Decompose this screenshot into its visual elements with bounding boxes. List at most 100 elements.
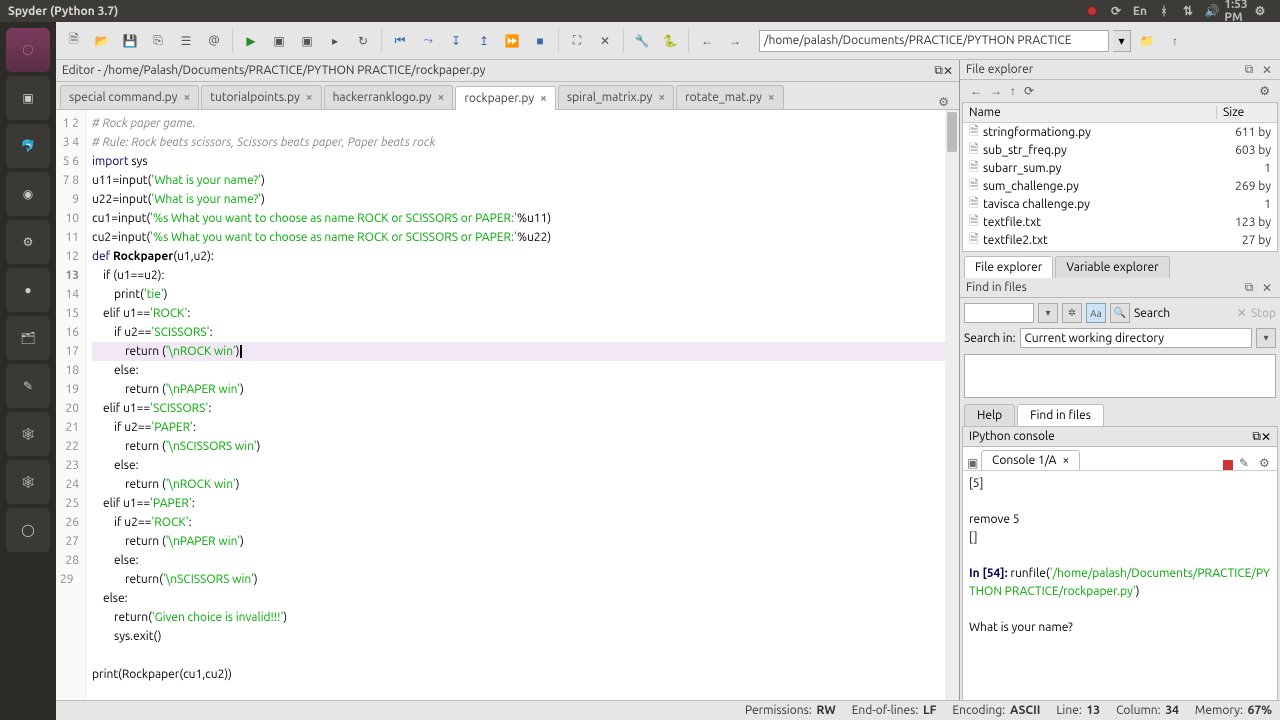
close-icon[interactable]: × [438,91,445,104]
nav-up-icon[interactable]: ↑ [1010,84,1016,98]
file-row[interactable]: 🗎sum_challenge.py269 by [963,177,1277,195]
vertical-scrollbar[interactable] [945,110,959,720]
at-icon[interactable]: @ [202,29,226,53]
run-cell-icon[interactable]: ▣ [267,29,291,53]
tab-special-command[interactable]: special command.py× [60,85,199,109]
tab-help[interactable]: Help [964,404,1015,426]
nav-back-icon[interactable]: ← [970,84,982,98]
run-icon[interactable]: ▶ [239,29,263,53]
pane-undock-icon[interactable]: ⧉ [934,64,943,78]
pane-undock-icon[interactable]: ⧉ [1242,63,1256,77]
run-cell-advance-icon[interactable]: ▣ [295,29,319,53]
file-list[interactable]: Name Size 🗎stringformationg.py611 by 🗎su… [962,102,1278,252]
file-row[interactable]: 🗎sub_str_freq.py603 by [963,141,1277,159]
file-row[interactable]: 🗎tavisca challenge.py1 [963,195,1277,213]
save-all-icon[interactable]: ⎘ [146,29,170,53]
debug-continue-icon[interactable]: ⏩ [500,29,524,53]
forward-icon[interactable]: → [723,29,747,53]
tab-rotate-mat[interactable]: rotate_mat.py× [676,85,784,109]
app-icon[interactable]: ◯ [6,508,50,552]
dropbox-sync-icon[interactable]: ⟳ [1107,4,1125,18]
console-new-tab-icon[interactable]: ▣ [967,456,981,470]
console-clear-icon[interactable]: ✎ [1239,456,1253,470]
settings-gear-icon[interactable]: ⚙ [1251,4,1269,18]
terminal-icon[interactable]: ▣ [6,76,50,120]
file-row[interactable]: 🗎textfile.txt123 by [963,213,1277,231]
console-output[interactable]: [5] remove 5 [] In [54]: runfile('/home/… [963,471,1277,717]
tab-hackerranklogo[interactable]: hackerranklogo.py× [324,85,454,109]
file-row[interactable]: 🗎stringformationg.py611 by [963,123,1277,141]
browse-dir-icon[interactable]: 📁 [1135,29,1159,53]
console-tab[interactable]: Console 1/A× [981,450,1080,470]
tab-tutorialpoints[interactable]: tutorialpoints.py× [201,85,321,109]
search-dropdown-icon[interactable]: ▾ [1038,303,1058,323]
code-editor[interactable]: 1 2 3 4 5 6 7 8 9 10 11 12 13 14 15 16 1… [56,110,959,720]
system-settings-icon[interactable]: ⚙ [6,220,50,264]
run-selection-icon[interactable]: ▸ [323,29,347,53]
tabs-options-icon[interactable]: ⚙ [932,95,955,109]
maximize-icon[interactable]: ⛶ [565,29,589,53]
preferences-icon[interactable]: 🔧 [630,29,654,53]
debug-stop-icon[interactable]: ■ [528,29,552,53]
spyder-icon-2[interactable]: 🕸 [6,460,50,504]
pane-close-icon[interactable]: ✕ [1260,63,1274,77]
bluetooth-icon[interactable]: ᚼ [1155,4,1173,18]
fullscreen-icon[interactable]: ✕ [593,29,617,53]
regex-icon[interactable]: ✲ [1062,303,1082,323]
camera-icon[interactable]: ● [6,268,50,312]
debug-step-into-icon[interactable]: ↧ [444,29,468,53]
files-icon[interactable]: 🗂 [6,316,50,360]
text-editor-icon[interactable]: ✎ [6,364,50,408]
console-options-icon[interactable]: ⚙ [1259,456,1273,470]
ubuntu-dash-icon[interactable]: ◌ [6,28,50,72]
console-stop-icon[interactable] [1223,460,1233,470]
tab-find-in-files[interactable]: Find in files [1017,404,1104,426]
back-icon[interactable]: ← [695,29,719,53]
rerun-icon[interactable]: ↻ [351,29,375,53]
nav-fwd-icon[interactable]: → [990,84,1002,98]
debug-step-out-icon[interactable]: ↥ [472,29,496,53]
search-scope-dropdown-icon[interactable]: ▾ [1256,328,1276,348]
search-input[interactable] [964,303,1034,323]
save-icon[interactable]: 💾 [118,29,142,53]
network-icon[interactable]: ⇅ [1179,4,1197,18]
pane-close-icon[interactable]: ✕ [1260,281,1274,295]
nav-refresh-icon[interactable]: ⟳ [1024,84,1034,98]
close-icon[interactable]: × [658,91,665,104]
case-sensitive-icon[interactable]: Aa [1086,303,1106,323]
debug-step-first-icon[interactable]: ⏮ [388,29,412,53]
close-icon[interactable]: × [306,91,313,104]
language-indicator[interactable]: En [1131,4,1149,18]
working-dir-dropdown-icon[interactable]: ▾ [1113,30,1131,52]
pane-close-icon[interactable]: ✕ [1261,430,1271,444]
tab-spiral-matrix[interactable]: spiral_matrix.py× [558,85,674,109]
pane-close-icon[interactable]: ✕ [943,64,953,78]
close-icon[interactable]: × [768,91,775,104]
mysql-dolphin-icon[interactable]: 🐬 [6,124,50,168]
search-scope-select[interactable]: Current working directory [1020,328,1252,348]
code-text[interactable]: # Rock paper game. # Rule: Rock beats sc… [86,110,959,720]
working-dir-input[interactable]: /home/palash/Documents/PRACTICE/PYTHON P… [759,30,1109,52]
search-results[interactable] [964,354,1276,398]
pane-undock-icon[interactable]: ⧉ [1252,430,1261,444]
record-icon[interactable] [1083,4,1101,18]
nav-options-icon[interactable]: ⚙ [1259,84,1270,98]
close-icon[interactable]: × [183,91,190,104]
python-path-icon[interactable]: 🐍 [658,29,682,53]
file-row[interactable]: 🗎textfile2.txt27 by [963,231,1277,249]
search-magnify-icon[interactable]: 🔍 [1110,303,1130,323]
spyder-icon[interactable]: 🕸 [6,412,50,456]
clock[interactable]: 1:53 PM [1227,4,1245,18]
list-icon[interactable]: ☰ [174,29,198,53]
volume-icon[interactable]: 🔊 [1203,4,1221,18]
tab-variable-explorer[interactable]: Variable explorer [1055,256,1169,278]
new-file-icon[interactable]: 🗎 [62,29,86,53]
open-file-icon[interactable]: 📂 [90,29,114,53]
tab-file-explorer[interactable]: File explorer [964,256,1053,278]
chrome-icon[interactable]: ◉ [6,172,50,216]
parent-dir-icon[interactable]: ↑ [1163,29,1187,53]
close-icon[interactable]: × [1062,454,1069,467]
pane-undock-icon[interactable]: ⧉ [1242,281,1256,295]
file-list-columns[interactable]: Name Size [963,103,1277,123]
debug-step-icon[interactable]: ⤳ [416,29,440,53]
